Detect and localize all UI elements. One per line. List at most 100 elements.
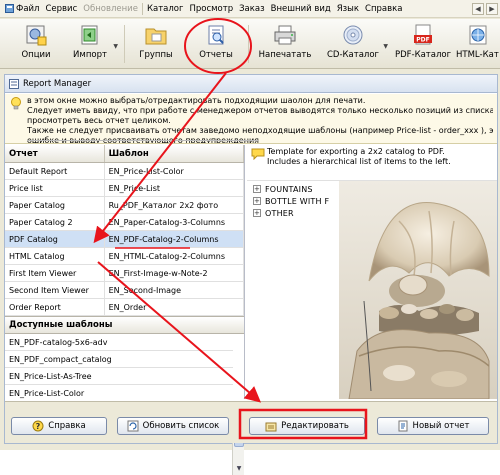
toolbar: Опции Импорт ▼ Группы Отчеты Напечатать … [0,19,500,69]
edit-button[interactable]: Редактировать [249,417,365,435]
new-report-button-label: Новый отчет [412,421,470,431]
template-cell: EN_Price-List [105,180,244,196]
table-row[interactable]: Order Report EN_Order [5,299,244,316]
menu-view[interactable]: Просмотр [186,4,236,14]
expand-icon[interactable]: + [253,185,261,193]
refresh-icon [127,420,139,432]
pdf-icon: PDF [414,24,432,45]
template-cell: EN_PDF-Catalog-2-Columns [105,231,244,247]
table-row-selected[interactable]: PDF Catalog EN_PDF-Catalog-2-Columns [5,231,244,248]
html-catalog-button[interactable]: HTML-Кат [456,21,500,67]
panel-title: Report Manager [23,78,92,89]
menu-appearance[interactable]: Внешний вид [268,4,334,14]
print-button[interactable]: Напечатать [258,21,312,67]
cd-catalog-dropdown-icon[interactable]: ▼ [383,43,388,50]
report-cell: First Item Viewer [5,265,105,281]
options-label: Опции [21,50,51,60]
refresh-list-button[interactable]: Обновить список [117,417,229,435]
tree-node[interactable]: + OTHER [247,207,339,219]
list-item[interactable]: EN_Price-List-Color [5,385,233,402]
html-catalog-label: HTML-Кат [456,50,499,60]
info-line: просмотреть весь отчет целиком. [27,116,171,125]
edit-icon [265,422,277,432]
help-icon: ? [32,420,44,432]
info-box: в этом окне можно выбрать/отредактироват… [5,94,497,144]
column-header-template[interactable]: Шаблон [105,145,244,162]
new-report-icon [398,420,408,432]
report-cell: Second Item Viewer [5,282,105,298]
report-manager-icon [9,78,19,89]
options-icon [26,25,47,46]
menu-separator [141,2,143,15]
import-dropdown-icon[interactable]: ▼ [113,43,118,50]
template-cell: EN_HTML-Catalog-2-Columns [105,248,244,264]
report-cell: Paper Catalog 2 [5,214,105,230]
report-cell: Paper Catalog [5,197,105,213]
table-row[interactable]: HTML Catalog EN_HTML-Catalog-2-Columns [5,248,244,265]
cd-catalog-label: CD-Каталог [326,50,380,60]
reports-label: Отчеты [199,50,233,60]
menu-file[interactable]: Файл [2,4,42,14]
expand-icon[interactable]: + [253,197,261,205]
menu-service[interactable]: Сервис [42,4,80,14]
table-row[interactable]: Price list EN_Price-List [5,180,244,197]
menu-help[interactable]: Справка [362,4,405,14]
tree-node[interactable]: + FOUNTAINS [247,183,339,195]
menu-scroll-arrows: ◀ ▶ [472,3,498,15]
list-item[interactable]: EN_PDF-catalog-5x6-adv [5,334,233,351]
app-icon [5,4,14,13]
catalog-preview-image [339,181,497,399]
new-report-button[interactable]: Новый отчет [377,417,489,435]
scroll-right-icon[interactable]: ▶ [486,3,498,15]
html-icon [469,25,487,45]
import-label: Импорт [73,50,107,60]
svg-text:?: ? [36,422,41,431]
help-button-label: Справка [48,421,86,431]
shell-fountain-photo [339,181,497,399]
panel-title-bar: Report Manager [5,75,497,93]
menu-language[interactable]: Язык [334,4,362,14]
table-row[interactable]: Paper Catalog Ru_PDF_Каталог 2x2 фото [5,197,244,214]
list-item[interactable]: EN_Price-List-As-Tree [5,368,233,385]
template-cell: EN_Paper-Catalog-3-Columns [105,214,244,230]
info-line: ошибке и выводу соответствующего предупр… [27,136,259,144]
pdf-catalog-button[interactable]: PDF PDF-Каталог [394,21,452,67]
scroll-down-icon[interactable]: ▼ [234,464,244,474]
table-row[interactable]: First Item Viewer EN_First-Image-w-Note-2 [5,265,244,282]
tree-node[interactable]: + BOTTLE WITH F [247,195,339,207]
report-cell: PDF Catalog [5,231,105,247]
list-item[interactable]: EN_PDF_compact_catalog [5,351,233,368]
groups-icon [145,28,167,45]
grid-header: Отчет Шаблон [5,145,244,163]
options-button[interactable]: Опции [16,21,56,67]
printer-icon [274,25,296,45]
speech-bubble-icon [251,148,265,160]
menu-order[interactable]: Заказ [236,4,268,14]
reports-button[interactable]: Отчеты [196,21,236,67]
pdf-catalog-label: PDF-Каталог [394,50,452,60]
table-row[interactable]: Paper Catalog 2 EN_Paper-Catalog-3-Column… [5,214,244,231]
refresh-button-label: Обновить список [142,421,220,431]
menu-update[interactable]: Обновление [80,4,141,14]
groups-label: Группы [139,50,173,60]
report-cell: Default Report [5,163,105,179]
help-button[interactable]: ? Справка [11,417,107,435]
category-tree: + FOUNTAINS + BOTTLE WITH F + OTHER [247,181,339,399]
menu-bar: Файл Сервис Обновление Каталог Просмотр … [0,0,500,18]
scroll-left-icon[interactable]: ◀ [472,3,484,15]
table-row[interactable]: Second Item Viewer EN_Second-Image [5,282,244,299]
svg-text:PDF: PDF [416,37,429,44]
menu-catalog[interactable]: Каталог [144,4,187,14]
cd-catalog-button[interactable]: CD-Каталог ▼ [326,21,388,67]
template-cell: EN_Second-Image [105,282,244,298]
import-button[interactable]: Импорт ▼ [70,21,118,67]
template-cell: EN_Order [105,299,244,315]
groups-button[interactable]: Группы [136,21,176,67]
table-row[interactable]: Default Report EN_Price-List-Color [5,163,244,180]
expand-icon[interactable]: + [253,209,261,217]
template-cell: EN_First-Image-w-Note-2 [105,265,244,281]
column-header-report[interactable]: Отчет [5,145,105,162]
report-manager-panel: Report Manager в этом окне можно выбрать… [4,74,498,475]
reports-icon [208,25,224,45]
tree-node-label: BOTTLE WITH F [265,196,330,206]
